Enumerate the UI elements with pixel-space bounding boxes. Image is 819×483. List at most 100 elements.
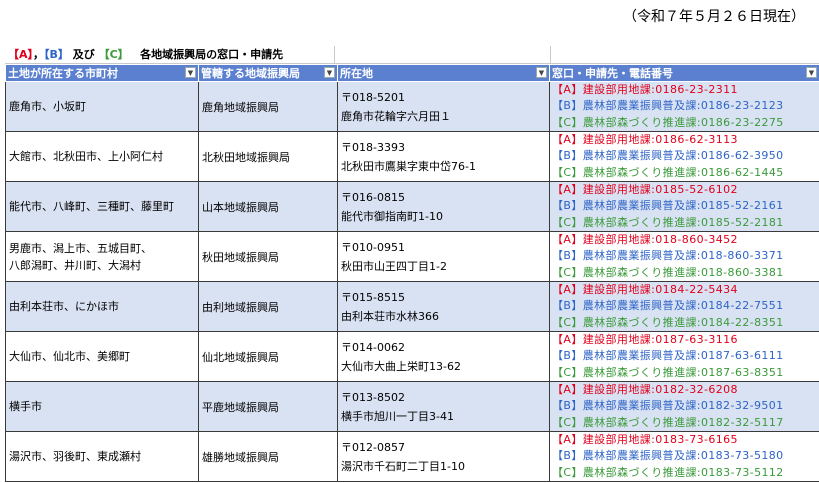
cell-municipality[interactable]: 鹿角市、小坂町 [5,81,199,132]
legend-a: 【A】 [8,48,34,61]
cell-address[interactable]: 〒010-0951 秋田市山王四丁目1-2 [337,231,550,282]
municipality-text: 横手市 [9,400,42,413]
bureau-text: 秋田地域振興局 [202,250,279,264]
bureau-text: 山本地域振興局 [202,200,279,214]
cell-municipality[interactable]: 横手市 [5,381,199,432]
contact-line: 【B】農林部農業振興普及課:0184-22-7551 [552,299,784,313]
street-address: 横手市旭川一丁目3-41 [341,409,454,423]
header-municipality[interactable]: 土地が所在する市町村 ▼ [5,64,199,82]
contact-line: 【C】農林部森づくり推進課:0182-32-5117 [552,415,784,429]
postal-code: 〒016-0815 [341,190,405,204]
postal-code: 〒014-0062 [341,340,405,354]
municipality-text: 能代市、八峰町、三種町、藤里町 [9,200,174,213]
municipality-text: 八郎潟町、井川町、大潟村 [9,258,141,272]
municipality-text: 鹿角市、小坂町 [9,100,86,113]
contact-line: 【A】建設部用地課:0183-73-6165 [552,433,738,447]
table-row: 大館市、北秋田市、上小阿仁村 北秋田地域振興局 〒018-3393 北秋田市鷹巣字東中… [5,131,819,182]
contact-line: 【C】農林部森づくり推進課:0187-63-8351 [552,365,784,379]
legend-b: 【B】 [44,48,69,61]
legend-sep: ， [33,48,45,61]
municipality-text: 由利本荘市、にかほ市 [9,300,119,313]
table-row: 横手市 平鹿地域振興局 〒013-8502 横手市旭川一丁目3-41 【A】建設部用地課… [5,381,819,432]
street-address: 湯沢市千石町二丁目1-10 [341,459,465,473]
cell-contact[interactable]: 【A】建設部用地課:0183-73-6165 【B】農林部農業振興普及課:0183… [549,431,819,482]
cell-municipality[interactable]: 湯沢市、羽後町、東成瀬村 [5,431,199,482]
cell-address[interactable]: 〒014-0062 大仙市大曲上栄町13-62 [337,331,550,382]
header-label: 所在地 [340,67,373,80]
cell-contact[interactable]: 【A】建設部用地課:0187-63-3116 【B】農林部農業振興普及課:0187… [549,331,819,382]
contact-line: 【A】建設部用地課:0186-23-2311 [552,83,738,97]
legend-and: 及び [68,48,99,61]
cell-contact[interactable]: 【A】建設部用地課:0186-62-3113 【B】農林部農業振興普及課:0186… [549,131,819,182]
contact-line: 【A】建設部用地課:0182-32-6208 [552,383,738,397]
filter-dropdown-icon[interactable]: ▼ [185,67,196,78]
street-address: 能代市御指南町1-10 [341,209,443,223]
street-address: 北秋田市鷹巣字東中岱76-1 [341,159,476,173]
cell-municipality[interactable]: 大仙市、仙北市、美郷町 [5,331,199,382]
cell-address[interactable]: 〒018-5201 鹿角市花輪字六月田１ [337,81,550,132]
contact-line: 【B】農林部農業振興普及課:0185-52-2161 [552,199,784,213]
cell-bureau[interactable]: 平鹿地域振興局 [198,381,338,432]
cell-municipality[interactable]: 大館市、北秋田市、上小阿仁村 [5,131,199,182]
contact-line: 【B】農林部農業振興普及課:0183-73-5180 [552,449,784,463]
municipality-text: 大館市、北秋田市、上小阿仁村 [9,150,163,163]
postal-code: 〒010-0951 [341,240,405,254]
street-address: 由利本荘市水林366 [341,309,439,323]
cell-contact[interactable]: 【A】建設部用地課:0185-52-6102 【B】農林部農業振興普及課:0185… [549,181,819,232]
street-address: 大仙市大曲上栄町13-62 [341,359,461,373]
cell-municipality[interactable]: 能代市、八峰町、三種町、藤里町 [5,181,199,232]
cell-bureau[interactable]: 北秋田地域振興局 [198,131,338,182]
street-address: 秋田市山王四丁目1-2 [341,259,447,273]
contact-line: 【B】農林部農業振興普及課:0187-63-6111 [552,349,784,363]
cell-contact[interactable]: 【A】建設部用地課:0184-22-5434 【B】農林部農業振興普及課:0184… [549,281,819,332]
bureau-text: 仙北地域振興局 [202,350,279,364]
cell-bureau[interactable]: 由利地域振興局 [198,281,338,332]
cell-address[interactable]: 〒016-0815 能代市御指南町1-10 [337,181,550,232]
contact-line: 【C】農林部森づくり推進課:0183-73-5112 [552,465,784,479]
contact-line: 【C】農林部森づくり推進課:0186-23-2275 [552,115,784,129]
cell-municipality[interactable]: 男鹿市、潟上市、五城目町、 八郎潟町、井川町、大潟村 [5,231,199,282]
cell-bureau[interactable]: 鹿角地域振興局 [198,81,338,132]
contact-line: 【C】農林部森づくり推進課:018-860-3381 [552,265,784,279]
bureau-text: 北秋田地域振興局 [202,150,290,164]
table-row: 男鹿市、潟上市、五城目町、 八郎潟町、井川町、大潟村 秋田地域振興局 〒010-095… [5,231,819,282]
municipality-text: 男鹿市、潟上市、五城目町、 [9,241,152,255]
contact-line: 【A】建設部用地課:0185-52-6102 [552,183,738,197]
cell-bureau[interactable]: 雄勝地域振興局 [198,431,338,482]
postal-code: 〒018-5201 [341,90,405,104]
postal-code: 〒015-8515 [341,290,405,304]
cell-address[interactable]: 〒013-8502 横手市旭川一丁目3-41 [337,381,550,432]
postal-code: 〒018-3393 [341,140,405,154]
cell-contact[interactable]: 【A】建設部用地課:0186-23-2311 【B】農林部農業振興普及課:0186… [549,81,819,132]
filter-dropdown-icon[interactable]: ▼ [806,67,817,78]
postal-code: 〒013-8502 [341,390,405,404]
cell-bureau[interactable]: 山本地域振興局 [198,181,338,232]
cell-address[interactable]: 〒015-8515 由利本荘市水林366 [337,281,550,332]
cell-bureau[interactable]: 仙北地域振興局 [198,331,338,382]
contact-line: 【B】農林部農業振興普及課:018-860-3371 [552,249,784,263]
cell-bureau[interactable]: 秋田地域振興局 [198,231,338,282]
filter-dropdown-icon[interactable]: ▼ [324,67,335,78]
cell-address[interactable]: 〒012-0857 湯沢市千石町二丁目1-10 [337,431,550,482]
contact-line: 【A】建設部用地課:0187-63-3116 [552,333,738,347]
header-bureau[interactable]: 管轄する地域振興局 ▼ [198,64,338,82]
cell-contact[interactable]: 【A】建設部用地課:018-860-3452 【B】農林部農業振興普及課:018-… [549,231,819,282]
cell-contact[interactable]: 【A】建設部用地課:0182-32-6208 【B】農林部農業振興普及課:0182… [549,381,819,432]
header-contact[interactable]: 窓口・申請先・電話番号 ▼ [549,64,819,82]
table-body: 鹿角市、小坂町 鹿角地域振興局 〒018-5201 鹿角市花輪字六月田１ 【A】建設部用… [5,81,819,482]
header-address[interactable]: 所在地 ▼ [337,64,550,82]
contact-table-section: 【A】，【B】 及び 【C】 各地域振興局の窓口・申請先 土地が所在する市町村 ▼… [5,46,819,482]
bureau-text: 雄勝地域振興局 [202,450,279,464]
table-row: 湯沢市、羽後町、東成瀬村 雄勝地域振興局 〒012-0857 湯沢市千石町二丁目1-1… [5,431,819,482]
municipality-text: 大仙市、仙北市、美郷町 [9,350,130,363]
bureau-text: 平鹿地域振興局 [202,400,279,414]
cell-address[interactable]: 〒018-3393 北秋田市鷹巣字東中岱76-1 [337,131,550,182]
header-label: 窓口・申請先・電話番号 [552,67,673,80]
header-label: 管轄する地域振興局 [201,67,300,80]
postal-code: 〒012-0857 [341,440,405,454]
filter-dropdown-icon[interactable]: ▼ [536,67,547,78]
bureau-text: 由利地域振興局 [202,300,279,314]
cell-municipality[interactable]: 由利本荘市、にかほ市 [5,281,199,332]
contact-line: 【C】農林部森づくり推進課:0186-62-1445 [552,165,784,179]
header-label: 土地が所在する市町村 [8,67,118,80]
